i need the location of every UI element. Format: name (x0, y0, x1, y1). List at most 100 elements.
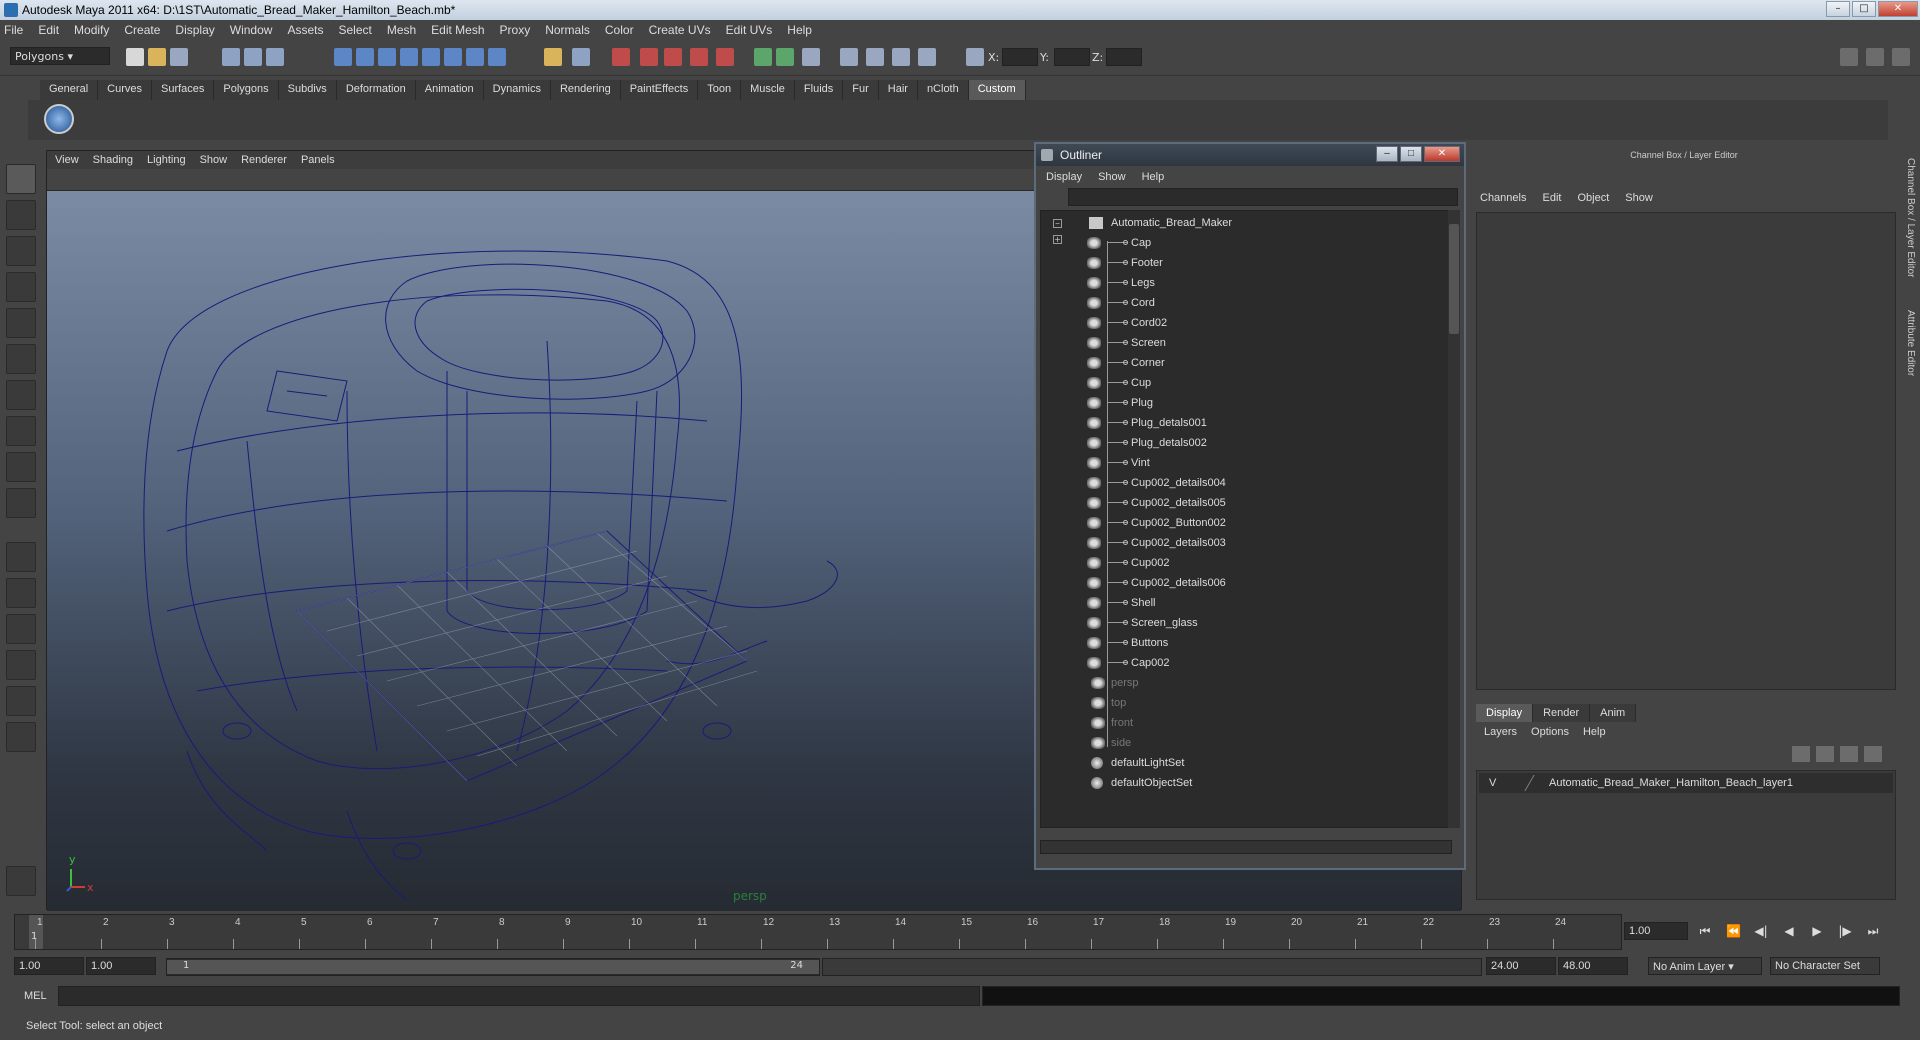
menu-mesh[interactable]: Mesh (387, 23, 416, 37)
tab-curves[interactable]: Curves (98, 80, 152, 100)
menu-create[interactable]: Create (124, 23, 160, 37)
tool-settings-toggle-icon[interactable] (1866, 48, 1884, 66)
vp-menu-shading[interactable]: Shading (93, 154, 133, 166)
menu-edit[interactable]: Edit (38, 23, 59, 37)
render-view-icon[interactable] (754, 48, 772, 66)
new-layer-icon[interactable] (1840, 746, 1858, 762)
layout-options-icon[interactable] (6, 722, 36, 752)
menu-create-uvs[interactable]: Create UVs (649, 23, 711, 37)
tab-painteffects[interactable]: PaintEffects (620, 80, 699, 100)
tab-general[interactable]: General (40, 80, 99, 100)
render-ops-icon[interactable] (664, 48, 682, 66)
range-slider-track[interactable] (822, 958, 1482, 976)
time-slider[interactable]: 1 1 2 3 4 5 6 7 8 9 10 11 12 13 14 15 16 17 18 19 20 21 22 23 2… (14, 914, 1622, 950)
range-slider-handle[interactable]: 1 24 (167, 960, 819, 974)
vp-menu-lighting[interactable]: Lighting (147, 154, 186, 166)
outliner-item[interactable]: Plug_detals001 (1041, 413, 1451, 433)
paint-select-tool-icon[interactable] (6, 236, 36, 266)
snap-grid-icon[interactable] (334, 48, 352, 66)
save-scene-icon[interactable] (170, 48, 188, 66)
ipr-render-icon[interactable] (918, 48, 936, 66)
outliner-menu-help[interactable]: Help (1142, 171, 1165, 183)
cb-menu-show[interactable]: Show (1625, 192, 1653, 204)
scale-tool-icon[interactable] (6, 344, 36, 374)
tab-deformation[interactable]: Deformation (336, 80, 416, 100)
playback-end-field[interactable]: 24.00 (1486, 957, 1556, 975)
outliner-filter-field[interactable] (1068, 188, 1458, 206)
vp-menu-panels[interactable]: Panels (301, 154, 335, 166)
outliner-menu-show[interactable]: Show (1098, 171, 1126, 183)
step-back-frame-icon[interactable]: ◀| (1754, 924, 1768, 938)
outliner-camera-item[interactable]: top (1041, 693, 1451, 713)
current-time-field[interactable]: 1.00 (1624, 922, 1688, 940)
command-language-label[interactable]: MEL (24, 990, 47, 1002)
menu-set-select[interactable]: Polygons ▾ (10, 47, 110, 65)
tab-custom[interactable]: Custom (968, 80, 1026, 100)
snap-curve-icon[interactable] (356, 48, 374, 66)
single-view-layout-icon[interactable] (6, 542, 36, 572)
tab-toon[interactable]: Toon (698, 80, 742, 100)
four-view-layout-icon[interactable] (6, 578, 36, 608)
side-tab-attribute-editor[interactable]: Attribute Editor (1900, 310, 1916, 376)
anim-layer-select[interactable]: No Anim Layer ▾ (1648, 957, 1762, 975)
outliner-item[interactable]: Buttons (1041, 633, 1451, 653)
outliner-item[interactable]: Footer (1041, 253, 1451, 273)
outliner-vscrollbar[interactable] (1448, 210, 1460, 828)
outliner-item[interactable]: Shell (1041, 593, 1451, 613)
tab-polygons[interactable]: Polygons (214, 80, 279, 100)
menu-window[interactable]: Window (230, 23, 273, 37)
hypershade-layout-icon[interactable] (6, 686, 36, 716)
outliner-minimize-button[interactable]: – (1376, 146, 1398, 162)
play-forward-icon[interactable]: ▶ (1810, 924, 1824, 938)
outliner-item[interactable]: Legs (1041, 273, 1451, 293)
outliner-item[interactable]: Cord (1041, 293, 1451, 313)
outliner-item[interactable]: Cup002 (1041, 553, 1451, 573)
render-settings-icon[interactable] (716, 48, 734, 66)
input-ops-icon[interactable] (612, 48, 630, 66)
outliner-set-item[interactable]: defaultLightSet (1041, 753, 1451, 773)
outliner-camera-item[interactable]: front (1041, 713, 1451, 733)
outliner-item[interactable]: Cup002_details006 (1041, 573, 1451, 593)
maximize-button[interactable]: □ (1852, 1, 1876, 17)
outliner-item[interactable]: Cup (1041, 373, 1451, 393)
step-back-key-icon[interactable]: ⏪ (1726, 924, 1741, 938)
snap-view-plane-icon[interactable] (400, 48, 418, 66)
layer-move-up-icon[interactable] (1792, 746, 1810, 762)
cb-menu-channels[interactable]: Channels (1480, 192, 1526, 204)
render-region-icon[interactable] (866, 48, 884, 66)
lasso-tool-icon[interactable] (6, 200, 36, 230)
layer-menu-help[interactable]: Help (1583, 726, 1606, 738)
render-settings2-icon[interactable] (802, 48, 820, 66)
play-backward-icon[interactable]: ◀ (1782, 924, 1796, 938)
close-button[interactable]: ✕ (1878, 1, 1918, 17)
tab-render-layers[interactable]: Render (1533, 704, 1591, 722)
outliner-item[interactable]: Plug_detals002 (1041, 433, 1451, 453)
command-input[interactable] (58, 986, 980, 1006)
menu-assets[interactable]: Assets (287, 23, 323, 37)
select-hierarchy-icon[interactable] (222, 48, 240, 66)
output-ops-icon[interactable] (640, 48, 658, 66)
character-set-select[interactable]: No Character Set (1770, 957, 1880, 975)
cb-menu-object[interactable]: Object (1577, 192, 1609, 204)
outliner-maximize-button[interactable]: □ (1400, 146, 1422, 162)
tab-hair[interactable]: Hair (878, 80, 918, 100)
playback-start-field[interactable]: 1.00 (86, 957, 156, 975)
vp-menu-show[interactable]: Show (200, 154, 228, 166)
tab-fur[interactable]: Fur (843, 80, 879, 100)
tab-muscle[interactable]: Muscle (741, 80, 795, 100)
outliner-camera-item[interactable]: side (1041, 733, 1451, 753)
menu-file[interactable]: File (4, 23, 23, 37)
help-icon[interactable] (488, 48, 506, 66)
cb-menu-edit[interactable]: Edit (1542, 192, 1561, 204)
menu-edit-mesh[interactable]: Edit Mesh (431, 23, 484, 37)
outliner-item[interactable]: Screen_glass (1041, 613, 1451, 633)
outliner-item[interactable]: Cup002_details004 (1041, 473, 1451, 493)
outliner-item[interactable]: Cup002_details005 (1041, 493, 1451, 513)
side-tab-channel-box[interactable]: Channel Box / Layer Editor (1900, 158, 1916, 278)
select-component-icon[interactable] (266, 48, 284, 66)
tab-rendering[interactable]: Rendering (550, 80, 621, 100)
step-forward-frame-icon[interactable]: |▶ (1838, 924, 1852, 938)
z-field[interactable] (1106, 48, 1142, 66)
snap-point-icon[interactable] (378, 48, 396, 66)
tab-display-layers[interactable]: Display (1476, 704, 1534, 722)
